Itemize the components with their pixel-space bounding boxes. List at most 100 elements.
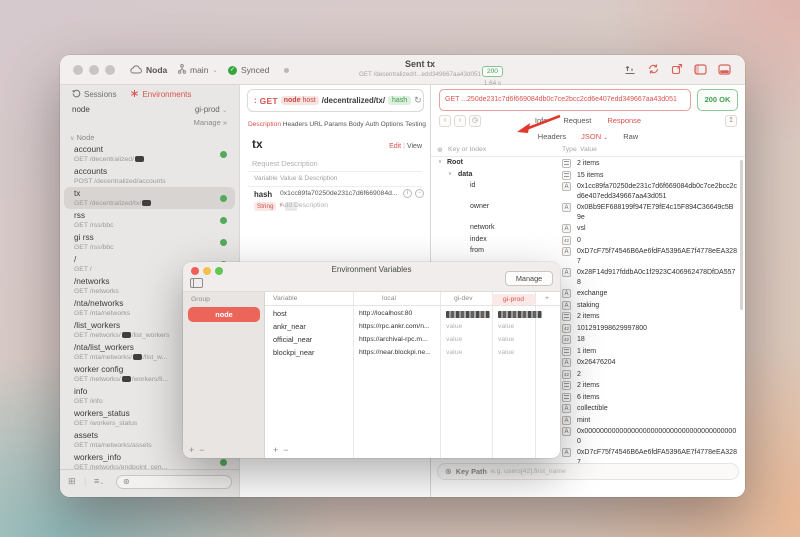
sort-filter-icon[interactable]: ≡⌄ (94, 476, 104, 486)
group-item-node[interactable]: node (188, 307, 260, 322)
request-tab[interactable]: Description (248, 121, 281, 128)
minimize-window-button[interactable] (89, 65, 99, 75)
environment-selector[interactable]: gi-prod ⌄ (195, 105, 227, 114)
filter-placeholder[interactable]: Key or Index (448, 146, 486, 153)
response-view-tab[interactable]: Raw (623, 132, 638, 141)
request-tab[interactable]: Testing (405, 121, 426, 128)
json-key: from (470, 247, 484, 254)
response-nav-tab[interactable]: Info (535, 116, 548, 125)
json-value: 0xD7cF75f74546B6Ae6fdFA5396AE7f4778eEA32… (577, 247, 737, 266)
request-tab[interactable]: Headers (283, 121, 308, 128)
sidebar-request-item[interactable]: accounts POST /decentralized/accounts (64, 165, 235, 187)
sidebar-request-item[interactable]: tx GET /decentralized/tx/ (64, 187, 235, 209)
sidebar-search-input[interactable]: ⊛ (116, 475, 232, 489)
remove-circle-icon[interactable]: − (415, 189, 424, 198)
url-path[interactable]: /decentralized/tx/ (322, 96, 385, 105)
view-button[interactable]: View (407, 143, 422, 150)
response-nav-tab[interactable]: Request (563, 116, 591, 125)
gi-dev-value[interactable]: value (446, 349, 492, 356)
json-tree-row[interactable]: ∨ data 15 items (431, 170, 745, 182)
method-menu-icon[interactable]: : (254, 96, 257, 105)
status-code-badge: 200 (482, 66, 503, 77)
add-description-placeholder[interactable]: Add Description (280, 202, 328, 209)
request-tab[interactable]: Auth (365, 121, 379, 128)
type-badge[interactable]: String (254, 202, 276, 211)
sidebar-request-item[interactable]: rss GET /rss/bbc (64, 209, 235, 231)
tab-environments[interactable]: Environments (130, 89, 191, 100)
json-key: Root (447, 159, 463, 166)
local-value[interactable]: https://rpc.ankr.com/n... (359, 323, 437, 330)
sidebar-request-item[interactable]: account GET /decentralized/ (64, 143, 235, 165)
toggle-sidebar-icon[interactable] (694, 64, 707, 75)
request-tab[interactable]: Options (381, 121, 404, 128)
add-request-icon[interactable]: ⊞ (68, 476, 76, 487)
variable-row[interactable]: host http://localhost:80 (265, 307, 560, 320)
json-tree-row[interactable]: ∨ index 0 (431, 235, 745, 247)
json-tree-row[interactable]: ∨ id 0x1cc89fa70250de231c7d6f669084db0c7… (431, 181, 745, 202)
local-value[interactable]: https://near.blockpi.ne... (359, 349, 437, 356)
variable-row[interactable]: official_near https://archival-rpc.m... … (265, 333, 560, 346)
branch-selector[interactable]: main ⌄ (178, 55, 217, 85)
response-view-tab[interactable]: Headers (538, 132, 566, 141)
toggle-bottom-panel-icon[interactable] (718, 64, 731, 75)
keypath-placeholder[interactable]: e.g. users[42].first_name (491, 468, 566, 475)
response-url[interactable]: GET ...250de231c7d6f669084db0c7ce2bcc2cd… (439, 89, 691, 111)
chevron-down-icon[interactable]: ∨ (438, 159, 442, 165)
response-status-badge: 200 OK (697, 89, 738, 111)
share-icon[interactable]: ↥ (725, 115, 737, 127)
add-group-button[interactable]: + (189, 445, 199, 455)
json-value: collectible (577, 404, 737, 414)
sync-status[interactable]: ✓ Synced (228, 55, 269, 85)
remove-group-button[interactable]: − (199, 445, 209, 455)
host-variable-badge[interactable]: nodehost (281, 96, 319, 105)
add-column-button[interactable]: + (545, 295, 549, 302)
gi-dev-value[interactable]: value (446, 323, 492, 330)
json-tree-row[interactable]: ∨ network vsl (431, 223, 745, 235)
variable-name[interactable]: ankr_near (273, 322, 306, 331)
request-description-placeholder[interactable]: Request Description (252, 159, 318, 168)
variable-name[interactable]: host (273, 309, 287, 318)
export-window-icon[interactable] (671, 63, 683, 75)
manage-environments-link[interactable]: Manage » (194, 118, 227, 127)
keypath-bar[interactable]: ⊛ Key Path e.g. users[42].first_name (437, 463, 739, 480)
sidebar-group-header[interactable]: ∨ Node (70, 133, 94, 142)
add-variable-button[interactable]: + (273, 445, 283, 455)
edit-button[interactable]: Edit (389, 143, 401, 150)
variable-row[interactable]: blockpi_near https://near.blockpi.ne... … (265, 346, 560, 359)
json-value: 2 items (577, 312, 737, 322)
info-circle-icon[interactable]: i (403, 189, 412, 198)
request-tab[interactable]: Body (349, 121, 364, 128)
response-nav-tab[interactable]: Response (607, 116, 641, 125)
request-path: GET /decentralized/tx/ (74, 199, 225, 208)
url-bar[interactable]: : GET nodehost /decentralized/tx/ hash ↻ (247, 89, 424, 112)
response-view-tab[interactable]: JSON (581, 132, 608, 141)
tab-sessions[interactable]: Sessions (72, 89, 116, 100)
sort-toolbar-icon[interactable] (624, 63, 636, 75)
gi-dev-value[interactable]: value (446, 336, 492, 343)
hash-param-badge[interactable]: hash (388, 96, 411, 105)
sidebar-request-item[interactable]: gi rss GET /rss/bbc (64, 231, 235, 253)
send-refresh-icon[interactable]: ↻ (414, 95, 422, 106)
variable-name[interactable]: hash (254, 190, 272, 199)
gi-prod-value[interactable]: value (498, 336, 554, 343)
local-value[interactable]: https://archival-rpc.m... (359, 336, 437, 343)
local-value[interactable]: http://localhost:80 (359, 310, 437, 317)
gi-prod-value[interactable]: value (498, 349, 554, 356)
gi-prod-value[interactable]: value (498, 323, 554, 330)
manage-button[interactable]: Manage (505, 271, 553, 286)
chevron-down-icon[interactable]: ∨ (448, 171, 452, 177)
sync-link-icon[interactable] (647, 63, 660, 75)
scrollbar[interactable] (740, 160, 743, 310)
variable-name[interactable]: official_near (273, 335, 312, 344)
request-tab[interactable]: URL Params (309, 121, 347, 128)
zoom-window-button[interactable] (105, 65, 115, 75)
variable-value[interactable]: 0x1cc89fa70250de231c7d6f669084d... (280, 190, 402, 197)
toggle-groups-pane-icon[interactable] (190, 278, 203, 288)
remove-variable-button[interactable]: − (283, 445, 293, 455)
variable-name[interactable]: blockpi_near (273, 348, 314, 357)
close-window-button[interactable] (73, 65, 83, 75)
variable-row[interactable]: ankr_near https://rpc.ankr.com/n... valu… (265, 320, 560, 333)
json-tree-row[interactable]: ∨ Root 2 items (431, 158, 745, 170)
filter-icon[interactable]: ⊕ (437, 146, 443, 154)
json-tree-row[interactable]: ∨ owner 0x0Bb9EF688199f947E79fE4c15F894C… (431, 202, 745, 223)
